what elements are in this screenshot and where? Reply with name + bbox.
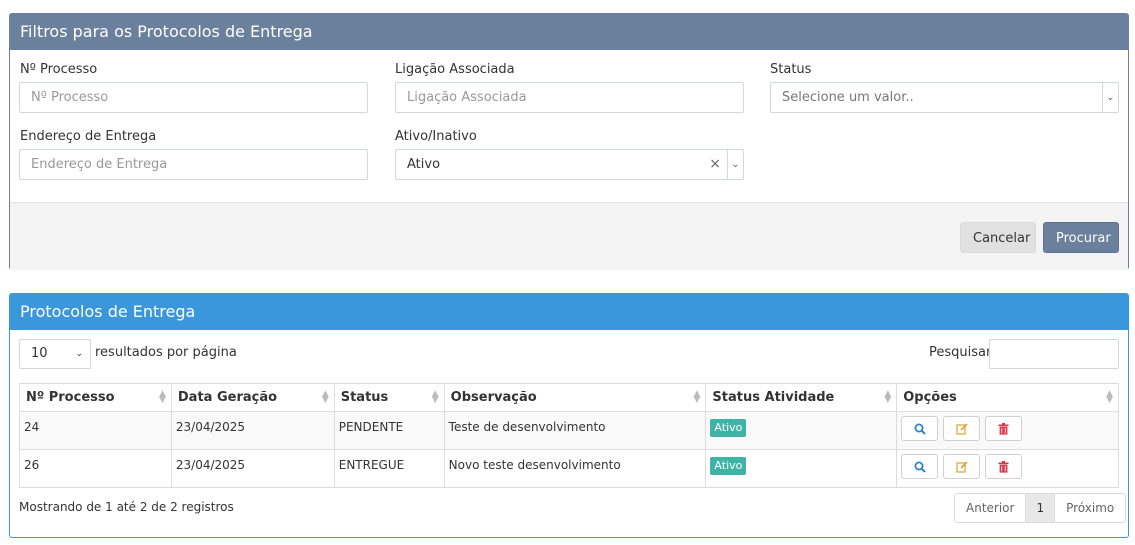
status-label: Status	[770, 62, 812, 77]
page-length-select[interactable]: 10 ⌄	[19, 339, 91, 369]
filter-panel: Filtros para os Protocolos de Entrega Nº…	[9, 13, 1129, 270]
status-badge: Ativo	[710, 418, 747, 437]
processo-label: Nº Processo	[20, 62, 98, 77]
column-header-status[interactable]: Status ▲ ▼	[333, 383, 445, 412]
protocols-table: Nº Processo ▲ ▼ Data Geração ▲ ▼ Status ▲ ▼ Ob…	[19, 383, 1119, 488]
chevron-down-icon: ⌄	[727, 150, 743, 179]
pagination-previous[interactable]: Anterior	[955, 494, 1025, 522]
column-header-data[interactable]: Data Geração ▲ ▼	[170, 383, 335, 412]
table-info: Mostrando de 1 até 2 de 2 registros	[19, 500, 234, 514]
status-select-placeholder: Selecione um valor..	[782, 90, 914, 105]
delete-button[interactable]	[985, 454, 1023, 479]
edit-button[interactable]	[943, 416, 981, 441]
cell-opcoes	[896, 449, 1119, 488]
edit-button[interactable]	[943, 454, 981, 479]
table-row: 26 23/04/2025 ENTREGUE Novo teste desenv…	[19, 449, 1119, 488]
endereco-label: Endereço de Entrega	[20, 129, 157, 144]
cell-observacao: Novo teste desenvolvimento	[443, 449, 707, 488]
table-search-input[interactable]	[989, 339, 1119, 369]
filter-panel-title: Filtros para os Protocolos de Entrega	[10, 14, 1128, 50]
sort-icon: ▲ ▼	[1106, 389, 1113, 405]
search-button[interactable]: Procurar	[1043, 222, 1119, 253]
edit-icon	[956, 460, 968, 473]
list-panel: Protocolos de Entrega 10 ⌄ resultados po…	[9, 293, 1129, 538]
column-header-status-atividade[interactable]: Status Atividade ▲ ▼	[705, 383, 898, 412]
sort-icon: ▲ ▼	[693, 389, 701, 405]
processo-input[interactable]	[19, 82, 368, 113]
search-icon	[914, 461, 926, 473]
sort-icon: ▲ ▼	[431, 389, 439, 405]
status-badge: Ativo	[710, 456, 747, 475]
sort-icon: ▲ ▼	[158, 389, 166, 405]
ativo-select-value: Ativo	[407, 157, 441, 172]
cell-data: 23/04/2025	[170, 449, 335, 488]
pagination-page-1[interactable]: 1	[1025, 494, 1056, 522]
trash-icon	[998, 422, 1009, 435]
view-button[interactable]	[901, 454, 939, 479]
sort-icon: ▲ ▼	[321, 389, 329, 405]
ativo-select[interactable]: Ativo × ⌄	[395, 149, 744, 180]
cell-status: ENTREGUE	[333, 449, 445, 488]
page-length-value: 10	[31, 346, 48, 361]
endereco-input[interactable]	[19, 149, 368, 180]
ligacao-label: Ligação Associada	[395, 62, 515, 77]
list-panel-title: Protocolos de Entrega	[10, 294, 1128, 330]
page-length-label: resultados por página	[95, 345, 237, 360]
cell-status: PENDENTE	[333, 411, 445, 450]
cell-data: 23/04/2025	[170, 411, 335, 450]
cell-status-atividade: Ativo	[705, 411, 898, 450]
view-button[interactable]	[901, 416, 939, 441]
cancel-button[interactable]: Cancelar	[960, 222, 1036, 253]
cell-observacao: Teste de desenvolvimento	[443, 411, 707, 450]
chevron-down-icon: ⌄	[1102, 83, 1118, 112]
clear-icon[interactable]: ×	[709, 150, 721, 179]
cell-status-atividade: Ativo	[705, 449, 898, 488]
chevron-down-icon: ⌄	[75, 349, 83, 359]
search-icon	[914, 423, 926, 435]
status-select[interactable]: Selecione um valor.. ⌄	[770, 82, 1119, 113]
edit-icon	[956, 422, 968, 435]
ligacao-input[interactable]	[395, 82, 744, 113]
cell-opcoes	[896, 411, 1119, 450]
filter-panel-footer: Cancelar Procurar	[10, 202, 1128, 270]
pagination-next[interactable]: Próximo	[1055, 494, 1125, 522]
cell-processo: 24	[19, 411, 172, 450]
pagination: Anterior 1 Próximo	[954, 493, 1127, 523]
column-header-processo[interactable]: Nº Processo ▲ ▼	[19, 383, 172, 412]
trash-icon	[998, 460, 1009, 473]
delete-button[interactable]	[985, 416, 1023, 441]
cell-processo: 26	[19, 449, 172, 488]
column-header-observacao[interactable]: Observação ▲ ▼	[443, 383, 707, 412]
table-header-row: Nº Processo ▲ ▼ Data Geração ▲ ▼ Status ▲ ▼ Ob…	[19, 383, 1119, 412]
column-header-opcoes[interactable]: Opções ▲ ▼	[896, 383, 1119, 412]
table-row: 24 23/04/2025 PENDENTE Teste de desenvol…	[19, 411, 1119, 450]
table-search-label: Pesquisar	[929, 345, 992, 360]
ativo-label: Ativo/Inativo	[395, 129, 477, 144]
sort-icon: ▲ ▼	[884, 389, 892, 405]
